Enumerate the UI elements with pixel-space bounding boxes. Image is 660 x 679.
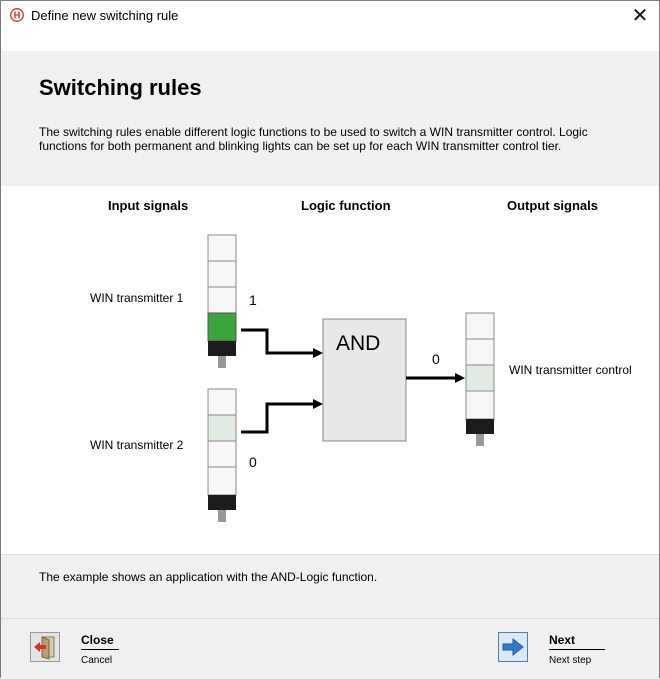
diagram-graphics — [207, 234, 495, 522]
button-bar: Close Cancel Next Next step — [1, 618, 659, 679]
wire-input1 — [241, 328, 315, 355]
page-description: The switching rules enable different log… — [39, 125, 588, 153]
output-tower — [465, 312, 495, 446]
close-sublabel: Cancel — [81, 655, 113, 666]
gate-label: AND — [336, 332, 381, 355]
example-note: The example shows an application with th… — [39, 570, 378, 584]
signal-tower-1 — [207, 234, 237, 368]
close-label: Close — [81, 633, 119, 650]
input2-value: 0 — [249, 454, 257, 470]
output-green-tier-unlit — [465, 364, 495, 392]
signal-tower-2 — [207, 388, 237, 522]
exit-door-icon — [30, 632, 60, 662]
close-button[interactable]: Close Cancel — [30, 630, 130, 670]
input1-value: 1 — [249, 292, 257, 308]
example-note-panel: The example shows an application with th… — [1, 554, 659, 619]
app-logo-icon — [10, 8, 24, 22]
output-value: 0 — [432, 351, 440, 367]
tower1-green-tier-lit — [207, 312, 237, 342]
header-panel: Switching rules The switching rules enab… — [1, 51, 659, 186]
next-label: Next — [549, 633, 605, 650]
next-button[interactable]: Next Next step — [498, 630, 618, 670]
title-bar: Define new switching rule ✕ — [1, 1, 659, 31]
window-title: Define new switching rule — [31, 8, 179, 23]
next-sublabel: Next step — [549, 655, 592, 666]
dialog-window: Define new switching rule ✕ Switching ru… — [0, 0, 660, 679]
page-title: Switching rules — [39, 75, 202, 100]
tower2-green-tier-unlit — [207, 414, 237, 442]
logic-diagram: Input signals Logic function Output sign… — [1, 186, 659, 554]
wire-input2 — [241, 402, 315, 434]
window-close-button[interactable]: ✕ — [623, 1, 657, 31]
arrow-right-icon — [498, 632, 528, 662]
